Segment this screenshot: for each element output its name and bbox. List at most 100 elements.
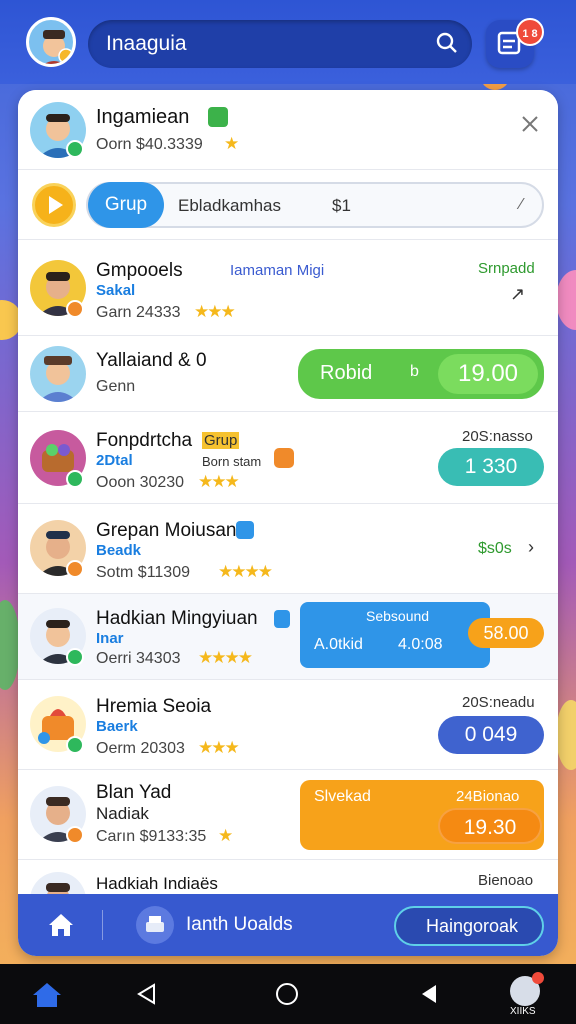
group-bar: Grup Ebladkamhas $1 ∕ — [18, 170, 558, 240]
back-icon[interactable] — [134, 982, 160, 1011]
chevron-right-icon[interactable]: › — [528, 537, 534, 558]
item-side-text: Bienoao — [478, 872, 534, 889]
offer-box-right: 4.0:08 — [398, 636, 443, 653]
list-item[interactable]: Hadkian Mingyiuan Inar Oerri 34303 ★★★★ … — [18, 594, 558, 680]
search-icon[interactable] — [436, 32, 458, 54]
group-filter-bar[interactable]: Grup Ebladkamhas $1 ∕ — [86, 182, 544, 228]
star-icon: ★ — [224, 134, 239, 153]
group-bar-suffix: $1 — [332, 196, 351, 215]
item-side-text: $s0s — [478, 540, 512, 557]
value-pill[interactable]: 1 330 — [438, 448, 544, 486]
rating-stars: ★★★ — [198, 472, 240, 491]
item-sub2: Born stam — [202, 454, 262, 469]
item-meta: Ooon 30230 — [96, 474, 185, 491]
rebid-button[interactable]: Robid b 19.00 — [298, 349, 544, 399]
nav-middle-label[interactable]: Ianth Uoalds — [186, 914, 293, 936]
offer-box[interactable]: Sebsound A.0tkid 4.0:08 — [300, 602, 490, 668]
rebid-value: 19.00 — [438, 354, 538, 394]
item-sub: Baerk — [96, 718, 138, 735]
decor-blob — [556, 270, 576, 330]
play-icon[interactable] — [32, 183, 76, 227]
top-app-bar: Inaaguia 1 8 — [0, 0, 576, 84]
featured-meta: Oorn $40.3339 — [96, 136, 203, 153]
item-name: Gmpooels — [96, 260, 183, 281]
item-meta: Sotm $11309 — [96, 564, 190, 581]
status-dot — [66, 736, 84, 754]
recent-icon[interactable] — [418, 982, 440, 1011]
item-name: Hadkiah Indiaës — [96, 874, 218, 893]
decor-blob — [556, 700, 576, 770]
list-item[interactable]: Hremia Seoia Baerk Oerm 20303 ★★★ 20S:ne… — [18, 680, 558, 770]
offer-box-left: A.0tkid — [314, 636, 363, 653]
status-dot — [66, 140, 84, 158]
verified-icon — [236, 521, 254, 539]
nav-divider — [102, 910, 103, 940]
search-input[interactable]: Inaaguia — [88, 20, 472, 68]
user-avatar[interactable] — [26, 17, 76, 67]
system-nav-bar: XIIKS — [0, 964, 576, 1024]
item-meta: Genn — [96, 378, 136, 395]
status-dot — [66, 470, 84, 488]
status-dot — [66, 560, 84, 578]
item-side-text: 20S:neadu — [462, 694, 535, 711]
group-bar-text: Ebladkamhas — [178, 196, 282, 215]
list-item[interactable]: Blan Yad Nadiak Carın $9133:35 ★ Slvekad… — [18, 770, 558, 860]
home-circle-icon[interactable] — [276, 983, 298, 1005]
rating-stars: ★★★ — [198, 738, 240, 757]
rating-stars: ★★★★ — [218, 562, 273, 581]
featured-name: Ingamiean — [96, 106, 190, 128]
item-tag: Iamaman Migi — [230, 262, 325, 279]
offer-box-title: Sebsound — [366, 608, 430, 624]
item-sub: Nadiak — [96, 804, 149, 823]
value-pill[interactable]: 0 049 — [438, 716, 544, 754]
item-meta: Carın $9133:35 — [96, 828, 207, 845]
featured-row[interactable]: Ingamiean Oorn $40.3339 ★ — [18, 90, 558, 170]
rebid-mid: b — [410, 363, 419, 380]
list-item[interactable]: Gmpooels Iamaman Migi Sakal Garn 24333 ★… — [18, 240, 558, 336]
status-dot — [66, 826, 84, 844]
offer-box-title: Slvekad — [314, 788, 371, 805]
profile-badge — [532, 972, 544, 984]
list-item[interactable]: Grepan Moiusan Beadk Sotm $11309 ★★★★ $s… — [18, 504, 558, 594]
home-app-icon[interactable] — [30, 980, 64, 1015]
home-icon[interactable] — [44, 908, 78, 942]
rebid-label: Robid — [320, 362, 373, 384]
close-icon[interactable] — [520, 114, 540, 134]
group-button[interactable]: Grup — [88, 182, 164, 228]
item-name: Fonpdrtcha — [96, 430, 193, 451]
list-item[interactable]: Yallaiand & 0 Genn Robid b 19.00 — [18, 336, 558, 412]
item-name: Blan Yad — [96, 782, 172, 803]
profile-label: XIIKS — [510, 1006, 536, 1017]
rating-stars: ★★★★ — [198, 648, 253, 667]
item-sub: Sakal — [96, 282, 136, 299]
item-name: Yallaiand & 0 — [96, 350, 207, 371]
item-tag: Grup — [202, 432, 240, 449]
item-sub: Beadk — [96, 542, 142, 559]
avatar — [30, 346, 86, 402]
printer-icon — [136, 906, 174, 944]
item-name: Hremia Seoia — [96, 696, 212, 717]
item-meta: Oerri 34303 — [96, 650, 181, 667]
share-icon[interactable]: ↗ — [510, 284, 525, 305]
value-pill[interactable]: 58.00 — [468, 618, 544, 648]
item-name: Grepan Moiusan — [96, 520, 237, 541]
rating-stars: ★ — [218, 826, 233, 845]
item-sub: 2Dtal — [96, 452, 133, 469]
item-sub: Inar — [96, 630, 124, 647]
nav-right-label: Haingoroak — [426, 916, 519, 936]
bottom-nav: Ianth Uoalds Haingoroak — [18, 894, 558, 956]
nav-right-button[interactable]: Haingoroak — [394, 906, 544, 946]
item-name: Hadkian Mingyiuan — [96, 608, 258, 629]
item-side-text: 20S:nasso — [462, 428, 533, 445]
verified-icon — [274, 610, 290, 628]
status-dot — [66, 648, 84, 666]
rating-stars: ★★★ — [194, 302, 236, 321]
item-side-text: Srnpadd — [478, 260, 535, 277]
value-pill[interactable]: 19.30 — [438, 808, 542, 844]
badge-icon — [274, 448, 294, 468]
decor-blob — [0, 600, 20, 690]
offer-box-side: 24Bionao — [456, 788, 520, 805]
edit-pen-icon[interactable]: ∕ — [520, 196, 523, 214]
list-item[interactable]: Fonpdrtcha Grup 2Dtal Born stam Ooon 302… — [18, 412, 558, 504]
item-meta: Oerm 20303 — [96, 740, 185, 757]
